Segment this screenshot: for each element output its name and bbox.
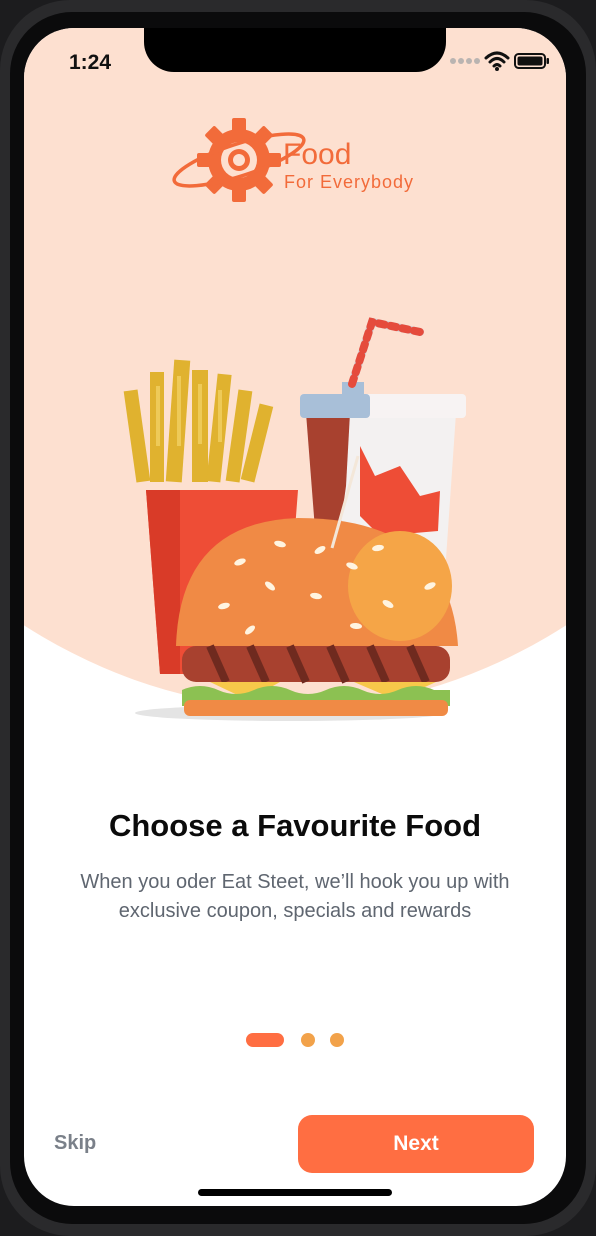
logo-subtitle: For Everybody bbox=[284, 172, 415, 192]
device-notch bbox=[144, 28, 446, 72]
skip-button[interactable]: Skip bbox=[54, 1132, 96, 1155]
onboarding-description: When you oder Eat Steet, we’ll hook you … bbox=[80, 871, 510, 922]
app-screen: 1:24 Food For Everybody Choose a Favouri… bbox=[24, 28, 566, 1206]
fast-food-illustration bbox=[123, 317, 466, 721]
status-time: 1:24 bbox=[69, 51, 112, 74]
logo-title: Food bbox=[283, 138, 352, 171]
page-dot-active bbox=[246, 1033, 284, 1047]
onboarding-title: Choose a Favourite Food bbox=[108, 808, 482, 843]
page-dot bbox=[301, 1033, 315, 1047]
page-dot bbox=[330, 1033, 344, 1047]
next-button[interactable]: Next bbox=[298, 1115, 534, 1173]
status-icons bbox=[450, 50, 550, 72]
home-indicator bbox=[198, 1189, 392, 1196]
page-indicator bbox=[246, 1033, 356, 1047]
battery-icon bbox=[514, 53, 549, 69]
wifi-icon bbox=[484, 51, 510, 71]
